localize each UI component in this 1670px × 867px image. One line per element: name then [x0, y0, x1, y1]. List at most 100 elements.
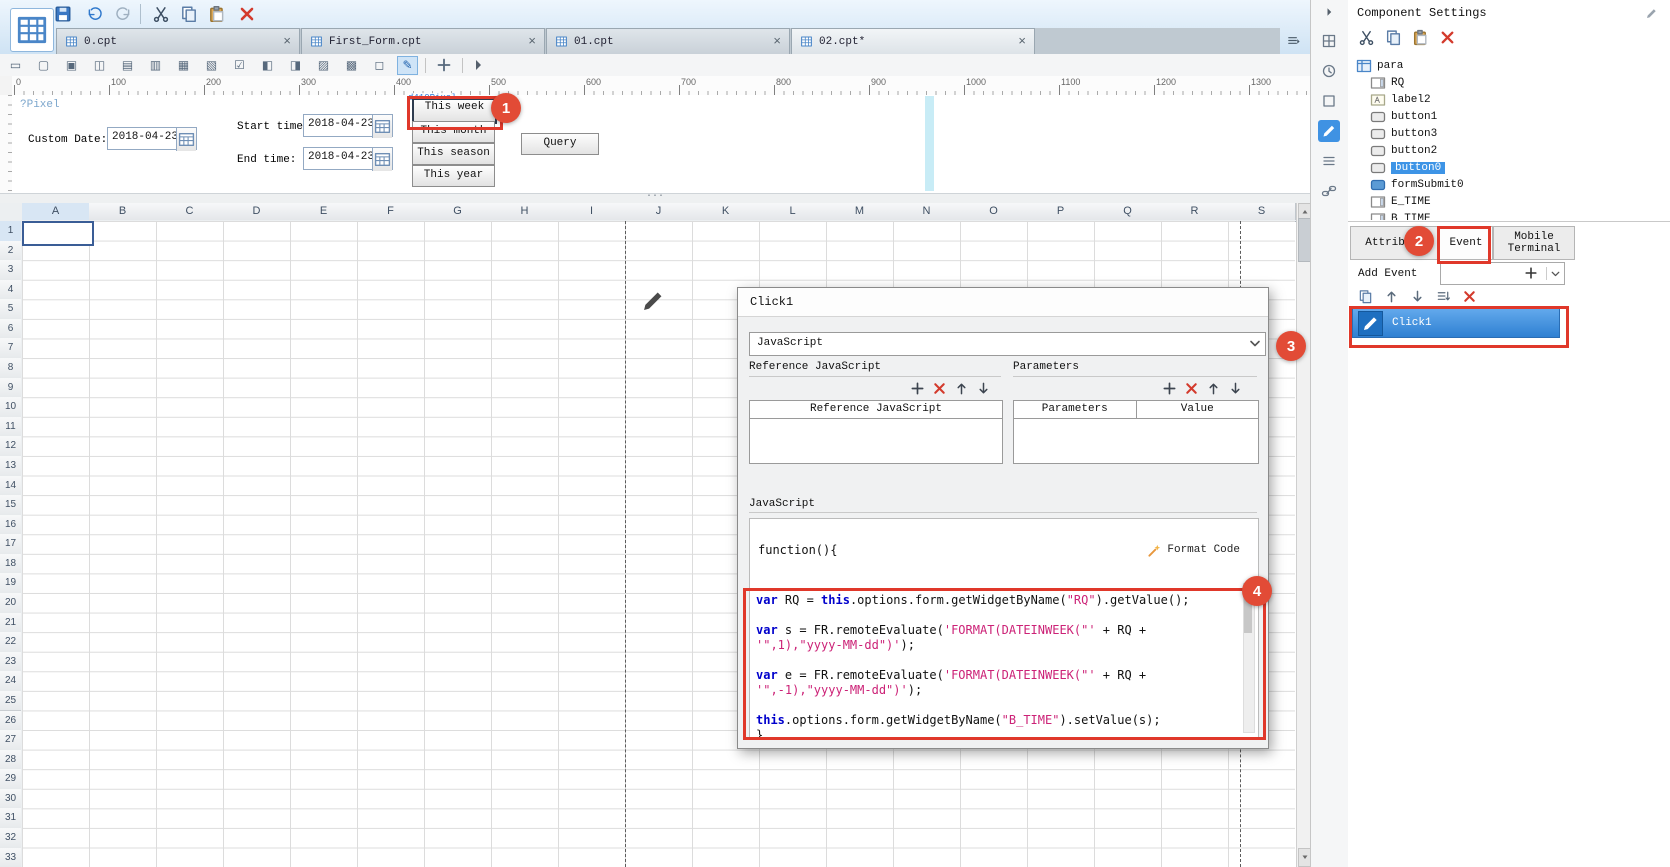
row-header-10[interactable]: 10	[0, 397, 21, 418]
combocheck-icon[interactable]: ▦	[173, 56, 194, 75]
column-header-k[interactable]: K	[692, 203, 760, 220]
tab-mobile-terminal[interactable]: Mobile Terminal	[1493, 226, 1575, 260]
parameter-move-up-icon[interactable]	[1206, 381, 1221, 396]
this-year-button[interactable]: This year	[412, 165, 495, 187]
tree-item-label2[interactable]: label2	[1370, 91, 1431, 108]
view-tree-icon[interactable]: ▩	[341, 56, 362, 75]
format-code-button[interactable]: Format Code	[1141, 539, 1246, 561]
tree-item-para[interactable]: para	[1356, 57, 1403, 74]
radio-group-icon[interactable]: ◧	[257, 56, 278, 75]
textarea-icon[interactable]: ▣	[61, 56, 82, 75]
column-header-q[interactable]: Q	[1094, 203, 1162, 220]
row-header-1[interactable]: 1	[0, 221, 21, 242]
tree-item-b-time[interactable]: B_TIME	[1370, 210, 1431, 220]
custom-date-calendar-icon[interactable]	[176, 128, 196, 151]
tree-item-button2[interactable]: button2	[1370, 142, 1437, 159]
row-header-2[interactable]: 2	[0, 240, 21, 262]
parameter-move-down-icon[interactable]	[1228, 381, 1243, 396]
tree-item-button3[interactable]: button3	[1370, 125, 1437, 142]
date-editor-icon[interactable]: ▧	[201, 56, 222, 75]
redo-icon[interactable]	[114, 5, 132, 23]
checkbox-icon[interactable]: ☑	[229, 56, 250, 75]
column-header-i[interactable]: I	[558, 203, 626, 220]
file-editor-icon[interactable]: ◻	[369, 56, 390, 75]
column-header-s[interactable]: S	[1228, 203, 1296, 220]
tab-0-cpt[interactable]: 0.cpt ×	[56, 28, 300, 54]
delete-event-icon[interactable]	[1462, 289, 1477, 304]
reference-js-move-down-icon[interactable]	[976, 381, 991, 396]
rename-component-icon[interactable]	[1645, 7, 1658, 20]
reference-js-table[interactable]: Reference JavaScript	[749, 400, 1003, 464]
move-event-down-icon[interactable]	[1410, 289, 1425, 304]
row-header-12[interactable]: 12	[0, 436, 21, 457]
grid-vertical-scrollbar[interactable]	[1296, 203, 1316, 867]
widget-settings-icon[interactable]	[1318, 120, 1340, 142]
add-event-plus-icon[interactable]	[1524, 266, 1538, 280]
row-header-3[interactable]: 3	[0, 260, 21, 281]
tree-item-button0[interactable]: button0	[1370, 159, 1446, 176]
number-editor-icon[interactable]: ◫	[89, 56, 110, 75]
column-header-d[interactable]: D	[223, 203, 291, 220]
copy-icon[interactable]	[180, 5, 198, 23]
tab-close-icon[interactable]: ×	[283, 35, 291, 48]
toolbar-expand-icon[interactable]	[470, 57, 486, 73]
row-header-24[interactable]: 24	[0, 671, 21, 692]
row-header-21[interactable]: 21	[0, 612, 21, 634]
parameter-add-icon[interactable]	[1162, 381, 1177, 396]
undo-icon[interactable]	[86, 5, 104, 23]
tree-item-formsubmit0[interactable]: formSubmit0	[1370, 176, 1464, 193]
move-event-up-icon[interactable]	[1384, 289, 1399, 304]
text-editor-icon[interactable]: ▢	[33, 56, 54, 75]
collapse-panel-icon[interactable]	[1323, 6, 1335, 18]
this-season-button[interactable]: This season	[412, 143, 495, 165]
tab-first-form-cpt[interactable]: First_Form.cpt ×	[301, 28, 545, 54]
hyperlink-icon[interactable]	[1318, 180, 1340, 202]
parameter-delete-icon[interactable]	[1184, 381, 1199, 396]
row-header-9[interactable]: 9	[0, 377, 21, 399]
column-header-c[interactable]: C	[156, 203, 224, 220]
row-header-15[interactable]: 15	[0, 495, 21, 516]
row-header-25[interactable]: 25	[0, 690, 21, 712]
row-header-18[interactable]: 18	[0, 553, 21, 575]
row-header-7[interactable]: 7	[0, 338, 21, 360]
add-event-dropdown[interactable]	[1440, 262, 1565, 285]
paste-component-icon[interactable]	[1412, 29, 1429, 46]
paste-icon[interactable]	[208, 5, 226, 23]
parameters-table[interactable]: Parameters Value	[1013, 400, 1259, 464]
save-icon[interactable]	[54, 5, 72, 23]
row-header-31[interactable]: 31	[0, 808, 21, 829]
tree-item-rq[interactable]: RQ	[1370, 74, 1404, 91]
query-button[interactable]: Query	[521, 133, 599, 155]
column-header-r[interactable]: R	[1161, 203, 1229, 220]
column-header-f[interactable]: F	[357, 203, 425, 220]
cut-component-icon[interactable]	[1358, 29, 1375, 46]
row-header-26[interactable]: 26	[0, 710, 21, 732]
copy-component-icon[interactable]	[1385, 29, 1402, 46]
row-header-28[interactable]: 28	[0, 749, 21, 771]
row-header-19[interactable]: 19	[0, 573, 21, 595]
checkbox-group-icon[interactable]: ◨	[285, 56, 306, 75]
attribute-list-icon[interactable]	[1318, 150, 1340, 172]
password-editor-icon[interactable]: ▤	[117, 56, 138, 75]
column-header-g[interactable]: G	[424, 203, 492, 220]
event-item-click1[interactable]: Click1	[1352, 308, 1560, 338]
style-brush-icon[interactable]: ✎	[397, 55, 418, 75]
column-header-l[interactable]: L	[759, 203, 827, 220]
delete-icon[interactable]	[238, 5, 256, 23]
row-header-6[interactable]: 6	[0, 318, 21, 340]
tab-01-cpt[interactable]: 01.cpt ×	[546, 28, 790, 54]
row-header-22[interactable]: 22	[0, 632, 21, 653]
row-header-32[interactable]: 32	[0, 827, 21, 849]
select-pointer-icon[interactable]: ▭	[5, 56, 26, 75]
script-language-select[interactable]: JavaScript	[749, 332, 1266, 356]
selected-cell-a1[interactable]	[22, 221, 94, 246]
start-time-calendar-icon[interactable]	[372, 115, 392, 138]
tab-close-icon[interactable]: ×	[1018, 35, 1026, 48]
edit-event-icon[interactable]	[1358, 310, 1383, 336]
tree-item-button1[interactable]: button1	[1370, 108, 1437, 125]
row-header-17[interactable]: 17	[0, 534, 21, 555]
column-header-j[interactable]: J	[625, 203, 693, 220]
column-header-b[interactable]: B	[89, 203, 157, 220]
form-design-canvas[interactable]: ?Pixel d410Pixel Custom Date:2018-04-23S…	[12, 93, 1310, 193]
row-header-4[interactable]: 4	[0, 279, 21, 301]
